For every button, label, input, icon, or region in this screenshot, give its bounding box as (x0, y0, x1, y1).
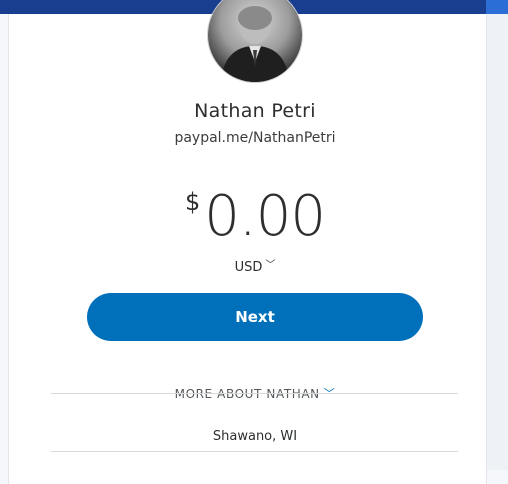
currency-code: USD (234, 260, 263, 275)
currency-selector[interactable]: USD ﹀ (9, 256, 501, 275)
profile-card: Nathan Petri paypal.me/NathanPetri $0.00… (8, 0, 487, 484)
next-button[interactable]: Next (87, 293, 423, 341)
top-bar-accent (486, 0, 508, 14)
currency-symbol: $ (185, 188, 201, 216)
profile-photo-icon (220, 4, 290, 82)
chevron-down-icon: ﹀ (265, 260, 276, 271)
amount-value[interactable]: 0.00 (204, 184, 326, 250)
amount-input[interactable]: $0.00 (9, 184, 501, 250)
profile-avatar (208, 0, 302, 82)
divider (51, 393, 458, 394)
paypal-me-link[interactable]: paypal.me/NathanPetri (9, 130, 501, 146)
profile-name: Nathan Petri (194, 100, 316, 122)
more-about-label: MORE ABOUT NATHAN (174, 387, 320, 401)
location-text: Shawano, WI (212, 429, 298, 444)
divider (51, 451, 458, 452)
